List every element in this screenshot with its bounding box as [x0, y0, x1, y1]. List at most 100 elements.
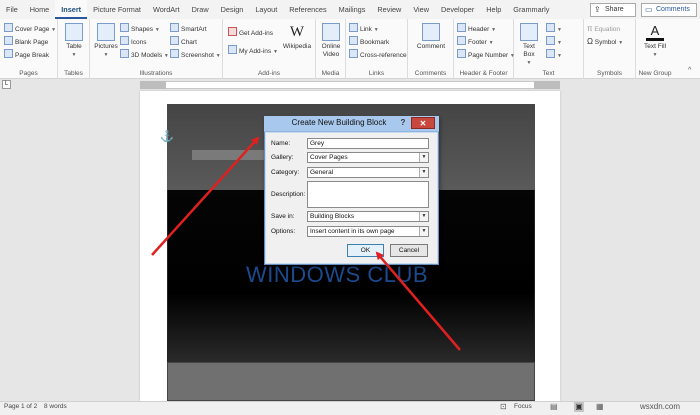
- equation-button[interactable]: π Equation: [587, 23, 620, 35]
- group-comments: Comment Comments: [408, 19, 454, 79]
- chevron-down-icon: ▼: [373, 27, 379, 33]
- text-box-button[interactable]: Text Box ▼: [517, 23, 541, 67]
- get-addins-button[interactable]: Get Add-ins: [228, 27, 273, 39]
- close-button[interactable]: ✕: [411, 117, 435, 129]
- tab-design[interactable]: Design: [215, 0, 250, 19]
- category-label: Category:: [271, 169, 300, 176]
- addins-icon: [228, 45, 237, 54]
- pictures-button[interactable]: Pictures ▼: [93, 23, 119, 59]
- screenshot-button[interactable]: Screenshot ▼: [170, 49, 221, 61]
- ok-button[interactable]: OK: [347, 244, 384, 257]
- icons-button[interactable]: Icons: [120, 36, 147, 48]
- tab-developer[interactable]: Developer: [435, 0, 480, 19]
- cover-page-label: Cover Page: [15, 26, 50, 33]
- table-button[interactable]: Table ▼: [62, 23, 86, 59]
- chevron-down-icon: ▼: [491, 27, 497, 33]
- blank-page-button[interactable]: Blank Page: [4, 36, 48, 48]
- chevron-down-icon[interactable]: ▼: [419, 168, 428, 177]
- cancel-button[interactable]: Cancel: [390, 244, 428, 257]
- wordart-button[interactable]: ▼: [546, 36, 562, 48]
- focus-icon[interactable]: ⊡: [500, 402, 507, 411]
- chevron-down-icon[interactable]: ▼: [419, 227, 428, 236]
- text-fill-label: Text Fill: [643, 43, 667, 50]
- tab-grammarly[interactable]: Grammarly: [507, 0, 555, 19]
- chevron-down-icon: ▼: [526, 60, 532, 66]
- ruler-track[interactable]: [140, 81, 560, 89]
- group-illustrations: Pictures ▼ Shapes ▼ Icons 3D Models ▼ Sma…: [90, 19, 223, 79]
- cover-title-text[interactable]: WINDOWS CLUB: [246, 262, 466, 288]
- chevron-down-icon: ▼: [272, 49, 278, 55]
- tab-home[interactable]: Home: [24, 0, 55, 19]
- link-button[interactable]: Link ▼: [349, 23, 379, 35]
- focus-mode-button[interactable]: Focus: [514, 403, 532, 410]
- tab-file[interactable]: File: [0, 0, 24, 19]
- page-number-button[interactable]: Page Number ▼: [457, 49, 515, 61]
- text-box-icon: [520, 23, 538, 41]
- wikipedia-button[interactable]: W Wikipedia: [281, 23, 313, 51]
- collapse-ribbon-icon[interactable]: ^: [688, 67, 691, 74]
- my-addins-button[interactable]: My Add-ins ▼: [228, 45, 278, 57]
- screenshot-icon: [170, 49, 179, 58]
- text-fill-button[interactable]: A Text Fill ▼: [639, 23, 671, 59]
- name-field[interactable]: Grey: [307, 138, 429, 149]
- header-button[interactable]: Header ▼: [457, 23, 496, 35]
- page-break-button[interactable]: Page Break: [4, 49, 49, 61]
- pictures-icon: [97, 23, 115, 41]
- chart-icon: [170, 36, 179, 45]
- video-icon: [322, 23, 340, 41]
- tab-mailings[interactable]: Mailings: [333, 0, 372, 19]
- options-select[interactable]: Insert content in its own page ▼: [307, 226, 429, 237]
- symbol-button[interactable]: Ω Symbol ▼: [587, 36, 623, 48]
- chevron-down-icon: ▼: [51, 27, 57, 33]
- tab-insert[interactable]: Insert: [55, 0, 88, 19]
- text-box-label: Text Box: [523, 43, 535, 58]
- chevron-down-icon[interactable]: ▼: [419, 212, 428, 221]
- help-button[interactable]: ?: [397, 118, 409, 129]
- save-in-select[interactable]: Building Blocks ▼: [307, 211, 429, 222]
- tab-layout[interactable]: Layout: [249, 0, 283, 19]
- shapes-button[interactable]: Shapes ▼: [120, 23, 160, 35]
- smartart-button[interactable]: SmartArt: [170, 23, 207, 35]
- drop-cap-button[interactable]: ▼: [546, 49, 562, 61]
- gallery-select[interactable]: Cover Pages ▼: [307, 152, 429, 163]
- group-label-tables: Tables: [64, 70, 83, 77]
- page-count[interactable]: Page 1 of 2: [4, 403, 37, 410]
- tab-picture-format[interactable]: Picture Format: [87, 0, 147, 19]
- tab-help[interactable]: Help: [480, 0, 507, 19]
- category-select[interactable]: General ▼: [307, 167, 429, 178]
- tab-draw[interactable]: Draw: [186, 0, 215, 19]
- read-mode-icon[interactable]: ▤: [550, 402, 558, 411]
- tab-references[interactable]: References: [283, 0, 332, 19]
- online-video-button[interactable]: Online Video: [317, 23, 345, 59]
- print-layout-icon[interactable]: ▣: [574, 402, 584, 412]
- tab-wordart[interactable]: WordArt: [147, 0, 186, 19]
- share-button[interactable]: ⇪ Share: [590, 3, 636, 17]
- description-label: Description:: [271, 191, 306, 198]
- bookmark-button[interactable]: Bookmark: [349, 36, 389, 48]
- cross-reference-button[interactable]: Cross-reference: [349, 49, 407, 61]
- icons-icon: [120, 36, 129, 45]
- 3d-models-button[interactable]: 3D Models ▼: [120, 49, 169, 61]
- word-count[interactable]: 8 words: [44, 403, 67, 410]
- footer-button[interactable]: Footer ▼: [457, 36, 494, 48]
- group-label-comments: Comments: [414, 70, 447, 77]
- share-icon: ⇪: [594, 5, 601, 14]
- chevron-down-icon[interactable]: ▼: [419, 153, 428, 162]
- group-addins: Get Add-ins My Add-ins ▼ W Wikipedia Add-…: [223, 19, 316, 79]
- group-pages: Cover Page ▼ Blank Page Page Break Pages: [0, 19, 58, 79]
- chart-button[interactable]: Chart: [170, 36, 197, 48]
- group-label-illustrations: Illustrations: [139, 70, 173, 77]
- comments-button[interactable]: ▭ Comments: [641, 3, 697, 17]
- quick-parts-button[interactable]: ▼: [546, 23, 562, 35]
- cover-page-button[interactable]: Cover Page ▼: [4, 23, 56, 35]
- cross-reference-icon: [349, 49, 358, 58]
- tab-view[interactable]: View: [407, 0, 435, 19]
- web-layout-icon[interactable]: ▦: [596, 402, 604, 411]
- new-comment-button[interactable]: Comment: [412, 23, 450, 51]
- chevron-down-icon: ▼: [557, 27, 562, 33]
- description-field[interactable]: [307, 181, 429, 208]
- name-label: Name:: [271, 140, 291, 147]
- cover-footer-block[interactable]: [167, 362, 535, 401]
- tab-review[interactable]: Review: [371, 0, 407, 19]
- tab-selector[interactable]: L: [2, 80, 11, 89]
